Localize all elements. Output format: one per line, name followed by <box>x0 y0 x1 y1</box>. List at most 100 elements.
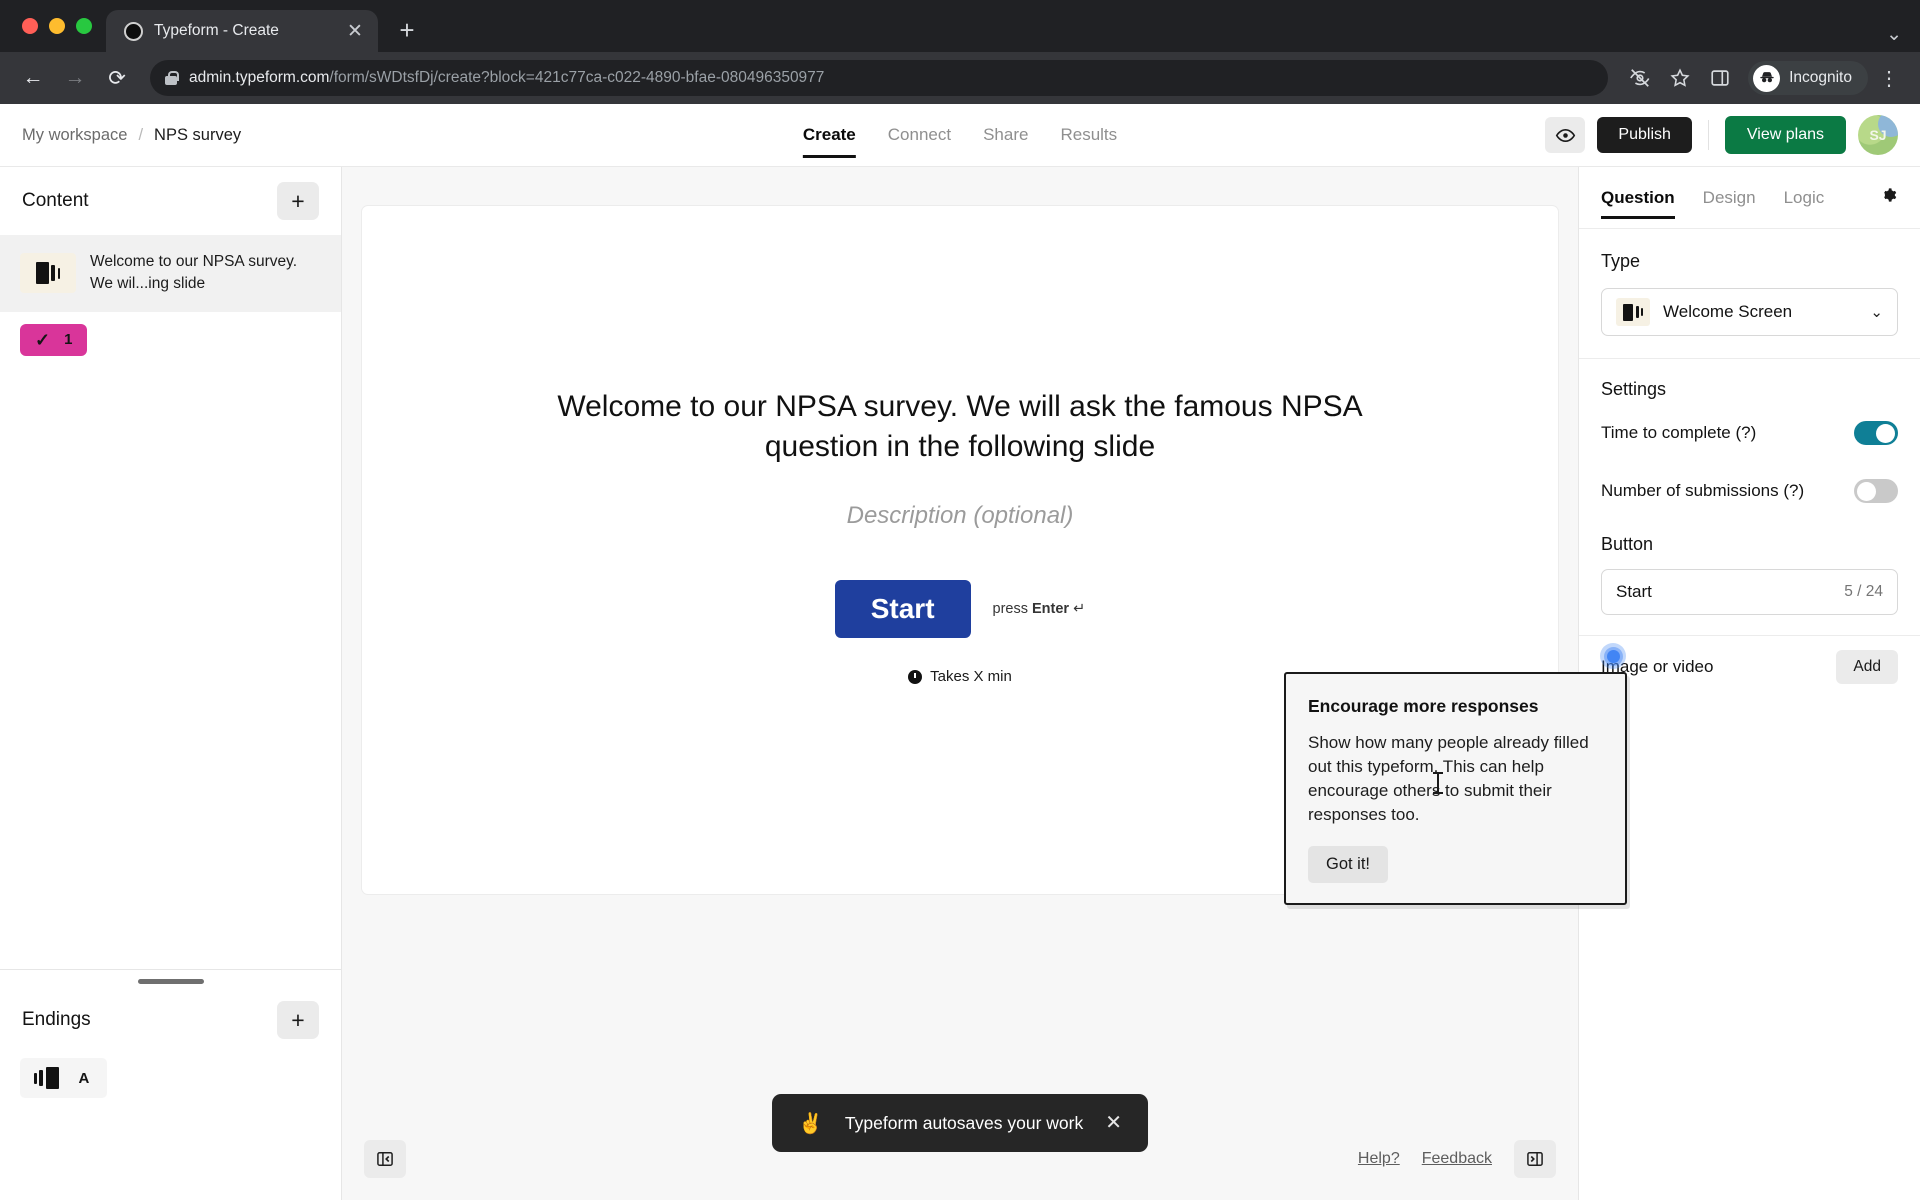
clock-icon <box>908 669 923 684</box>
kebab-menu-icon[interactable]: ⋮ <box>1872 66 1906 91</box>
list-item[interactable]: A <box>0 1048 341 1108</box>
got-it-button[interactable]: Got it! <box>1308 845 1389 883</box>
arrow-right-icon[interactable]: → <box>56 59 94 97</box>
typeform-app: My workspace / NPS survey Create Connect… <box>0 104 1920 1200</box>
tab-results[interactable]: Results <box>1060 104 1117 166</box>
button-section: Button Start 5 / 24 <box>1579 520 1920 615</box>
collapse-right-panel-button[interactable] <box>1514 1140 1556 1178</box>
tab-design[interactable]: Design <box>1703 167 1756 229</box>
button-text-input[interactable]: Start 5 / 24 <box>1601 569 1898 615</box>
enter-arrow-icon: ↵ <box>1073 601 1086 618</box>
incognito-profile-button[interactable]: Incognito <box>1748 61 1868 95</box>
tab-strip-actions: ⌄ <box>1886 23 1920 46</box>
add-ending-button[interactable]: + <box>277 1001 319 1039</box>
tour-popover: Encourage more responses Show how many p… <box>1284 672 1627 905</box>
close-window-button[interactable] <box>22 18 38 34</box>
incognito-label: Incognito <box>1789 69 1852 86</box>
character-counter: 5 / 24 <box>1844 583 1883 600</box>
reload-icon[interactable]: ⟳ <box>98 59 136 97</box>
slide-description-placeholder[interactable]: Description (optional) <box>530 502 1390 530</box>
browser-tab[interactable]: Typeform - Create ✕ <box>106 10 378 52</box>
add-media-button[interactable]: Add <box>1836 650 1898 684</box>
slide-title[interactable]: Welcome to our NPSA survey. We will ask … <box>530 387 1390 467</box>
toolbar-icons: Incognito ⋮ <box>1622 60 1906 96</box>
url-path: /form/sWDtsfDj/create?block=421c77ca-c02… <box>329 69 825 86</box>
type-value: Welcome Screen <box>1663 302 1793 321</box>
preview-button[interactable] <box>1545 117 1586 153</box>
setting-label: Number of submissions (?) <box>1601 481 1805 500</box>
address-bar[interactable]: admin.typeform.com/form/sWDtsfDj/create?… <box>150 60 1609 96</box>
endings-panel-header: Endings + <box>0 992 341 1048</box>
type-label: Type <box>1601 251 1641 271</box>
side-panel-icon[interactable] <box>1702 60 1738 96</box>
breadcrumb-workspace[interactable]: My workspace <box>22 126 127 145</box>
settings-header: Settings <box>1579 359 1920 404</box>
avatar[interactable]: SJ <box>1858 115 1898 155</box>
sidebar-splitter[interactable] <box>0 969 341 984</box>
tab-title: Typeform - Create <box>154 22 279 39</box>
content-sidebar: Content + Welcome to our NPSA survey. We… <box>0 167 342 1200</box>
header-actions: Publish View plans SJ <box>1545 115 1898 155</box>
feedback-link[interactable]: Feedback <box>1422 1150 1492 1168</box>
autosave-toast-text: Typeform autosaves your work <box>844 1112 1084 1133</box>
setting-time-to-complete: Time to complete (?) <box>1579 404 1920 462</box>
time-to-complete-row: Takes X min <box>530 668 1390 685</box>
collapse-left-panel-icon <box>377 1152 393 1166</box>
tab-share[interactable]: Share <box>983 104 1028 166</box>
window-controls <box>14 0 106 52</box>
question-badge-row: ✓ 1 <box>0 312 341 368</box>
star-icon[interactable] <box>1662 60 1698 96</box>
number-of-submissions-toggle[interactable] <box>1854 479 1898 503</box>
chevron-down-icon[interactable]: ⌄ <box>1886 23 1902 46</box>
gear-icon[interactable] <box>1878 185 1898 211</box>
view-plans-button[interactable]: View plans <box>1724 116 1846 154</box>
media-row: Image or video Add <box>1579 636 1920 698</box>
chevron-down-icon: ⌄ <box>1870 304 1883 321</box>
content-title: Content <box>22 190 89 211</box>
autosave-toast: ✌️ Typeform autosaves your work ✕ <box>772 1094 1148 1152</box>
maximize-window-button[interactable] <box>76 18 92 34</box>
pulsing-beacon-icon[interactable] <box>1600 643 1626 669</box>
start-button[interactable]: Start <box>834 580 971 639</box>
type-select[interactable]: Welcome Screen ⌄ <box>1601 288 1898 336</box>
welcome-screen-icon <box>1616 298 1650 326</box>
tab-question[interactable]: Question <box>1601 167 1675 229</box>
browser-toolbar: ← → ⟳ admin.typeform.com/form/sWDtsfDj/c… <box>0 52 1920 104</box>
list-item[interactable]: Welcome to our NPSA survey. We wil...ing… <box>0 235 341 312</box>
browser-tab-strip: Typeform - Create ✕ + ⌄ <box>0 0 1920 52</box>
arrow-left-icon[interactable]: ← <box>14 59 52 97</box>
collapse-left-panel-button[interactable] <box>364 1140 406 1178</box>
breadcrumb: My workspace / NPS survey <box>22 126 241 145</box>
tab-favicon-icon <box>124 21 143 41</box>
tab-logic[interactable]: Logic <box>1784 167 1825 229</box>
help-link[interactable]: Help? <box>1358 1150 1400 1168</box>
canvas-bottom-left <box>364 1140 406 1178</box>
setting-label: Time to complete (?) <box>1601 423 1757 442</box>
endings-section: Endings + A <box>0 970 341 1200</box>
add-content-button[interactable]: + <box>277 182 319 220</box>
drag-handle[interactable] <box>137 979 204 984</box>
tab-create[interactable]: Create <box>802 104 856 166</box>
app-header: My workspace / NPS survey Create Connect… <box>0 104 1920 166</box>
ending-screen-icon <box>34 1067 59 1089</box>
new-tab-button[interactable]: + <box>388 11 426 49</box>
avatar-initials: SJ <box>1869 127 1887 143</box>
close-icon[interactable]: ✕ <box>1105 1113 1122 1133</box>
publish-button[interactable]: Publish <box>1597 117 1692 153</box>
browser-window: Typeform - Create ✕ + ⌄ ← → ⟳ admin.type… <box>0 0 1920 1200</box>
url-host: admin.typeform.com <box>189 69 330 86</box>
status-badge[interactable]: ✓ 1 <box>20 323 88 356</box>
welcome-screen-icon <box>20 253 76 294</box>
text-cursor <box>1433 772 1443 794</box>
tab-connect[interactable]: Connect <box>888 104 951 166</box>
endings-title: Endings <box>22 1009 91 1030</box>
breadcrumb-form-name[interactable]: NPS survey <box>154 126 241 145</box>
eye-icon <box>1555 128 1576 142</box>
time-to-complete-toggle[interactable] <box>1854 421 1898 445</box>
incognito-hat-icon <box>1753 64 1781 92</box>
question-count: 1 <box>64 331 73 349</box>
minimize-window-button[interactable] <box>49 18 65 34</box>
close-icon[interactable]: ✕ <box>344 20 366 42</box>
ending-letter: A <box>78 1069 90 1087</box>
eye-slash-icon[interactable] <box>1622 60 1658 96</box>
